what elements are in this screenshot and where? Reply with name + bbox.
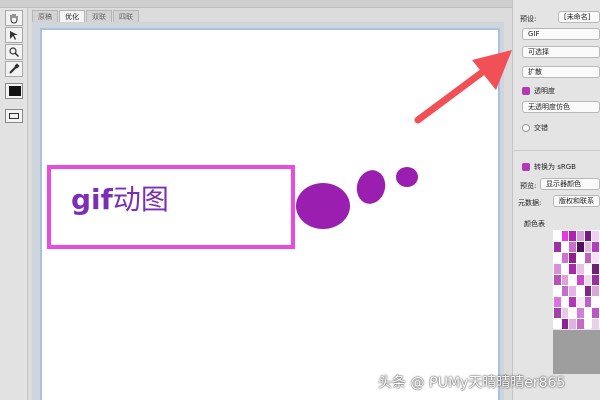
color-table-swatch[interactable] bbox=[576, 264, 584, 274]
color-table-swatch[interactable] bbox=[592, 319, 599, 329]
color-table-swatch[interactable] bbox=[592, 275, 599, 285]
color-table-swatch[interactable] bbox=[561, 286, 569, 296]
color-table-swatch[interactable] bbox=[584, 297, 592, 307]
top-bar bbox=[0, 0, 600, 8]
eyedropper-color-swatch[interactable] bbox=[5, 83, 23, 99]
transparency-label: 透明度 bbox=[534, 87, 555, 95]
color-table-swatch[interactable] bbox=[554, 275, 561, 285]
view-tabs: 原稿 优化 双联 四联 bbox=[32, 10, 140, 22]
color-table-swatch[interactable] bbox=[554, 297, 561, 307]
tab-2-up[interactable]: 双联 bbox=[86, 10, 112, 22]
color-table-swatch[interactable] bbox=[576, 319, 584, 329]
preview-toggle-icon[interactable] bbox=[5, 109, 23, 123]
color-table-swatch[interactable] bbox=[584, 308, 592, 318]
color-table-swatch[interactable] bbox=[584, 319, 592, 329]
watermark-text: 头条 @ ᑭᑌMy天晴晴晴er865 bbox=[378, 375, 566, 391]
preview-select[interactable]: 显示器颜色 bbox=[540, 178, 600, 190]
color-table-empty bbox=[553, 330, 600, 374]
panel-divider bbox=[514, 150, 600, 151]
metadata-select[interactable]: 版权和联系 bbox=[553, 195, 600, 207]
small-purple-dot bbox=[396, 167, 418, 187]
color-table-swatch[interactable] bbox=[561, 275, 569, 285]
hand-icon[interactable] bbox=[5, 10, 23, 26]
color-table-swatch[interactable] bbox=[576, 242, 584, 252]
convert-srgb-checkbox[interactable] bbox=[522, 163, 530, 171]
color-table-swatch[interactable] bbox=[554, 264, 561, 274]
preview-label: 预览: bbox=[520, 182, 537, 190]
color-table-swatch[interactable] bbox=[584, 264, 592, 274]
color-table-swatch[interactable] bbox=[554, 286, 561, 296]
color-table-swatch[interactable] bbox=[561, 308, 569, 318]
color-table-swatch[interactable] bbox=[576, 308, 584, 318]
color-table-swatch[interactable] bbox=[561, 297, 569, 307]
color-table-swatch[interactable] bbox=[569, 264, 576, 274]
color-table-swatch[interactable] bbox=[569, 286, 576, 296]
color-table-swatch[interactable] bbox=[554, 253, 561, 263]
color-table-swatch[interactable] bbox=[569, 242, 576, 252]
color-table-swatch[interactable] bbox=[592, 253, 599, 263]
color-table-swatch[interactable] bbox=[561, 231, 569, 241]
color-table-swatch[interactable] bbox=[554, 319, 561, 329]
transparency-checkbox[interactable] bbox=[522, 87, 530, 95]
tab-original[interactable]: 原稿 bbox=[32, 10, 58, 22]
color-table-swatch[interactable] bbox=[561, 319, 569, 329]
tab-4-up[interactable]: 四联 bbox=[113, 10, 139, 22]
color-table-swatch[interactable] bbox=[592, 231, 599, 241]
color-table-swatch[interactable] bbox=[576, 297, 584, 307]
color-table-swatch[interactable] bbox=[561, 253, 569, 263]
color-table-swatch[interactable] bbox=[592, 264, 599, 274]
color-table-label: 颜色表 bbox=[524, 220, 545, 228]
color-table-swatch[interactable] bbox=[592, 286, 599, 296]
color-table-swatch[interactable] bbox=[592, 308, 599, 318]
color-table-swatch[interactable] bbox=[584, 275, 592, 285]
convert-srgb-label: 转换为 sRGB bbox=[534, 163, 576, 171]
tab-optimized[interactable]: 优化 bbox=[59, 10, 85, 22]
color-table-swatch[interactable] bbox=[554, 308, 561, 318]
color-table-swatch[interactable] bbox=[569, 297, 576, 307]
dither-select[interactable]: 扩散 bbox=[522, 66, 600, 78]
annotation-arrow-icon bbox=[414, 50, 512, 124]
color-table-swatch[interactable] bbox=[576, 275, 584, 285]
tool-panel bbox=[0, 8, 28, 400]
color-table-grid[interactable] bbox=[553, 230, 600, 329]
interlace-checkbox[interactable] bbox=[522, 124, 530, 132]
preset-label: 预设: bbox=[520, 15, 537, 23]
color-table-swatch[interactable] bbox=[576, 286, 584, 296]
file-format-select[interactable]: GIF bbox=[522, 28, 600, 40]
zoom-icon[interactable] bbox=[5, 44, 23, 60]
color-table-swatch[interactable] bbox=[592, 242, 599, 252]
color-table-swatch[interactable] bbox=[576, 253, 584, 263]
eyedropper-icon[interactable] bbox=[5, 61, 23, 77]
large-purple-dot bbox=[296, 183, 350, 229]
color-table-swatch[interactable] bbox=[554, 242, 561, 252]
color-table-swatch[interactable] bbox=[569, 275, 576, 285]
color-table-swatch[interactable] bbox=[592, 297, 599, 307]
color-table-swatch[interactable] bbox=[584, 231, 592, 241]
color-table-swatch[interactable] bbox=[569, 308, 576, 318]
color-reduction-select[interactable]: 可选择 bbox=[522, 46, 600, 58]
color-table-swatch[interactable] bbox=[584, 286, 592, 296]
color-table-swatch[interactable] bbox=[561, 264, 569, 274]
color-table-swatch[interactable] bbox=[561, 242, 569, 252]
color-table-swatch[interactable] bbox=[584, 253, 592, 263]
color-table-swatch[interactable] bbox=[569, 319, 576, 329]
color-table-swatch[interactable] bbox=[576, 231, 584, 241]
matte-select[interactable]: 无透明度仿色 bbox=[522, 101, 600, 113]
slice-select-icon[interactable] bbox=[5, 27, 23, 43]
color-table-swatch[interactable] bbox=[569, 253, 576, 263]
preset-select[interactable]: [未命名] bbox=[558, 11, 600, 23]
color-table-swatch[interactable] bbox=[584, 242, 592, 252]
color-table-swatch[interactable] bbox=[569, 231, 576, 241]
metadata-label: 元数据: bbox=[518, 199, 542, 207]
gif-title-text: gif动图 bbox=[71, 183, 169, 216]
interlace-label: 交错 bbox=[534, 124, 548, 132]
color-table-swatch[interactable] bbox=[554, 231, 561, 241]
